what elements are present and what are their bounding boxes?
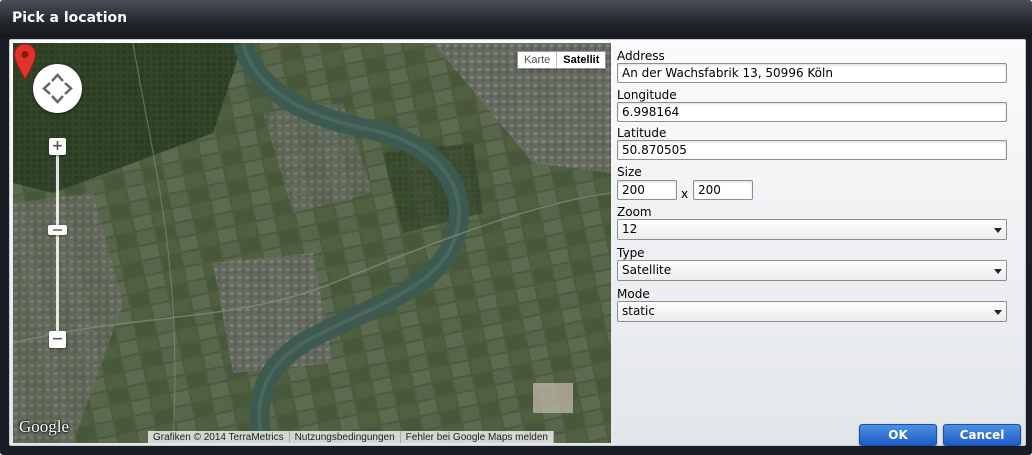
pan-arrows-icon [42, 73, 73, 104]
map-view[interactable]: Karte Satellit + − Google Grafiken © 201… [13, 43, 611, 443]
type-select-value: Satellite [622, 263, 672, 277]
latitude-input[interactable]: 50.870505 [617, 140, 1007, 160]
zoom-label: Zoom [617, 205, 652, 219]
terms-link[interactable]: Nutzungsbedingungen [289, 431, 401, 443]
map-marker-icon[interactable] [13, 43, 37, 81]
size-height-input[interactable]: 200 [693, 180, 753, 200]
cancel-button[interactable]: Cancel [943, 424, 1021, 446]
mode-select[interactable]: static [617, 301, 1007, 322]
address-input[interactable]: An der Wachsfabrik 13, 50996 Köln [617, 63, 1007, 83]
pan-control[interactable] [33, 64, 82, 113]
type-select[interactable]: Satellite [617, 260, 1007, 281]
location-picker-dialog: Pick a location Karte Satellit + − Googl… [0, 0, 1032, 455]
mode-label: Mode [617, 287, 650, 301]
dropdown-arrow-icon [994, 269, 1002, 274]
latitude-label: Latitude [617, 126, 667, 140]
dialog-content: Karte Satellit + − Google Grafiken © 201… [9, 39, 1026, 446]
mode-select-value: static [622, 304, 655, 318]
size-label: Size [617, 165, 642, 179]
longitude-input[interactable]: 6.998164 [617, 102, 1007, 122]
ok-button[interactable]: OK [859, 424, 937, 446]
satellite-imagery [13, 43, 611, 443]
map-type-satellite-button[interactable]: Satellit [557, 52, 605, 68]
longitude-label: Longitude [617, 88, 677, 102]
zoom-slider-handle[interactable] [48, 225, 67, 235]
type-label: Type [617, 246, 645, 260]
size-separator: x [681, 187, 689, 201]
size-width-input[interactable]: 200 [617, 180, 677, 200]
zoom-out-button[interactable]: − [49, 331, 66, 348]
google-logo[interactable]: Google [19, 417, 69, 437]
map-attribution: Grafiken © 2014 TerraMetrics Nutzungsbed… [148, 431, 554, 443]
attribution-copyright: Grafiken © 2014 TerraMetrics [148, 431, 290, 443]
zoom-select-value: 12 [622, 222, 638, 236]
address-label: Address [617, 49, 665, 63]
zoom-select[interactable]: 12 [617, 219, 1007, 240]
map-type-control: Karte Satellit [517, 51, 607, 69]
zoom-in-button[interactable]: + [49, 138, 66, 155]
map-type-karte-button[interactable]: Karte [518, 52, 558, 68]
dropdown-arrow-icon [994, 310, 1002, 315]
title-bar[interactable]: Pick a location [0, 0, 1032, 37]
report-error-link[interactable]: Fehler bei Google Maps melden [400, 431, 554, 443]
zoom-slider-track[interactable] [56, 146, 59, 343]
dialog-title: Pick a location [12, 10, 128, 26]
dropdown-arrow-icon [994, 228, 1002, 233]
